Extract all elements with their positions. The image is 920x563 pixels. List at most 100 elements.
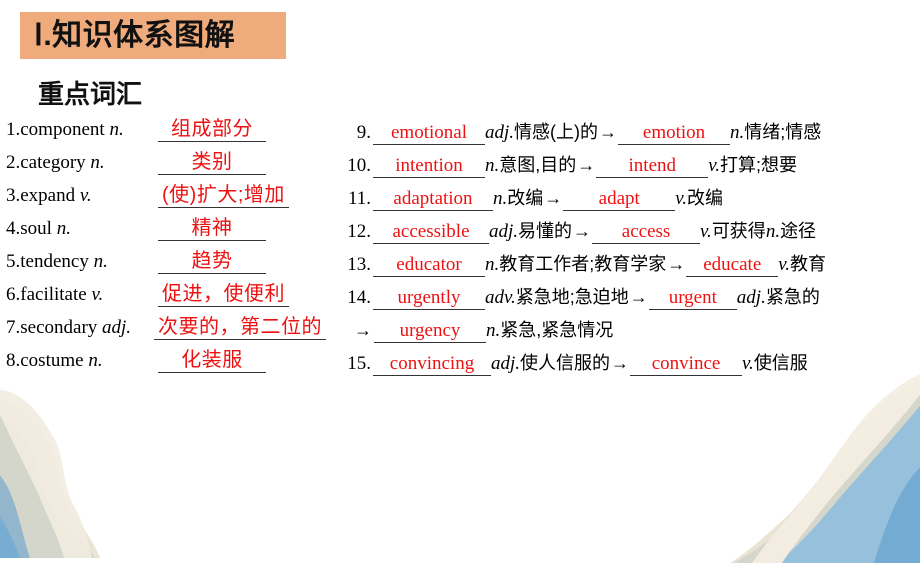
vocab-entry-label: 5.tendency n. (6, 251, 158, 273)
derivation-arrow-icon: → (629, 287, 648, 307)
vocab-gloss-derivative: 紧急的 (765, 287, 820, 307)
vocab-entry-label: 7.secondary adj. (6, 317, 154, 339)
vocab-word: secondary (20, 317, 98, 338)
vocab-word: costume (20, 350, 84, 371)
derivation-arrow-icon: → (611, 353, 630, 373)
vocab-row: 4.soul n. 精神 (6, 217, 351, 250)
vocab-row: 10. intention n. 意图,目的 → intend v. 打算;想要 (345, 151, 920, 184)
vocab-derivative-blank[interactable]: convince (630, 353, 743, 376)
vocab-row: 5.tendency n. 趋势 (6, 250, 351, 283)
vocab-gloss: 情感(上)的 (514, 122, 599, 142)
vocab-answer-blank[interactable]: urgency (374, 320, 486, 343)
vocab-number: 15. (347, 353, 371, 374)
vocab-answer-blank[interactable]: convincing (373, 353, 491, 376)
vocab-pos: adv. (485, 287, 516, 308)
vocab-pos-derivative: v. (742, 353, 754, 374)
vocab-word: category (20, 152, 86, 173)
vocab-derivative-blank[interactable]: adapt (563, 188, 676, 211)
vocab-entry-label: 6.facilitate v. (6, 284, 158, 306)
vocab-row: 8.costume n. 化装服 (6, 349, 351, 382)
vocab-answer-blank[interactable]: intention (373, 155, 485, 178)
vocab-derivative-blank[interactable]: access (592, 221, 701, 244)
vocab-pos: n. (56, 218, 71, 239)
derivation-arrow-icon: → (599, 122, 618, 142)
vocab-answer-blank[interactable]: educator (373, 254, 485, 277)
vocab-answer-blank[interactable]: 类别 (158, 151, 266, 175)
vocab-pos: v. (79, 185, 92, 206)
vocab-word: tendency (20, 251, 89, 272)
vocab-row: 2.category n. 类别 (6, 151, 351, 184)
vocab-row: 11. adaptation n. 改编 → adapt v. 改编 (345, 184, 920, 217)
vocab-answer-blank[interactable]: emotional (373, 122, 485, 145)
vocab-answer-blank[interactable]: 促进，使便利 (158, 283, 289, 307)
vocab-pos: adj. (489, 221, 519, 242)
vocab-row: 9. emotional adj. 情感(上)的 → emotion n. 情绪;情感 (345, 118, 920, 151)
derivation-arrow-icon: → (354, 320, 372, 340)
vocab-gloss-derivative: 打算;想要 (720, 155, 798, 175)
vocab-gloss: 紧急地;急迫地 (515, 287, 629, 307)
vocab-number: 11. (347, 188, 371, 209)
vocab-pos: n. (485, 155, 500, 176)
vocab-row: 7.secondary adj. 次要的，第二位的 (6, 316, 351, 349)
vocab-pos: n. (485, 254, 500, 275)
vocab-gloss: 使人信服的 (520, 353, 611, 373)
vocab-pos: n. (88, 350, 103, 371)
vocab-pos: n. (493, 188, 508, 209)
vocab-gloss: 意图,目的 (499, 155, 577, 175)
vocab-pos: adj. (491, 353, 521, 374)
vocab-derivative-blank[interactable]: intend (596, 155, 709, 178)
vocab-answer-blank[interactable]: 化装服 (158, 349, 266, 373)
vocab-gloss-derivative: 使信服 (753, 353, 808, 373)
vocab-pos: n. (109, 119, 124, 140)
vocab-pos-derivative: v. (675, 188, 688, 209)
vocab-answer-blank[interactable]: (使)扩大;增加 (158, 184, 289, 208)
vocab-gloss-derivative: 情绪;情感 (744, 122, 822, 142)
vocab-pos-derivative: v. (700, 221, 712, 242)
vocab-pos-derivative-2: n. (765, 221, 781, 242)
vocab-pos-derivative: n. (730, 122, 745, 143)
vocab-answer-blank[interactable]: 精神 (158, 217, 266, 241)
vocab-answer-blank[interactable]: 组成部分 (158, 118, 266, 142)
vocab-derivative-blank[interactable]: emotion (618, 122, 731, 145)
vocab-row: 3.expand v. (使)扩大;增加 (6, 184, 351, 217)
vocab-pos-derivative: v. (708, 155, 721, 176)
vocab-answer-blank[interactable]: urgently (373, 287, 485, 310)
section-subtitle: 重点词汇 (38, 79, 143, 109)
vocab-number: 3. (6, 185, 21, 206)
vocab-pos: v. (91, 284, 104, 305)
derivation-arrow-icon: → (544, 188, 563, 208)
vocab-number: 13. (347, 254, 371, 275)
vocab-pos: n. (486, 320, 501, 341)
vocab-entry-label: 3.expand v. (6, 185, 158, 207)
vocab-gloss: 紧急,紧急情况 (500, 320, 614, 340)
vocab-entry-label: 4.soul n. (6, 218, 158, 240)
vocab-row: 15. convincing adj. 使人信服的 → convince v. 使信服 (345, 349, 920, 382)
vocab-answer-blank[interactable]: adaptation (373, 188, 493, 211)
vocab-row: 1.component n. 组成部分 (6, 118, 351, 151)
vocab-row: 6.facilitate v. 促进，使便利 (6, 283, 351, 316)
vocab-number: 12. (347, 221, 371, 242)
vocab-answer-blank[interactable]: 次要的，第二位的 (154, 316, 326, 340)
vocab-entry-label: 1.component n. (6, 119, 158, 141)
right-vocabulary-column: 9. emotional adj. 情感(上)的 → emotion n. 情绪;情感… (345, 118, 920, 382)
vocab-gloss-derivative: 教育 (790, 254, 827, 274)
vocab-row: 12. accessible adj. 易懂的 → access v. 可获得 n. 途径 (345, 217, 920, 250)
vocab-number: 1. (6, 119, 21, 140)
vocab-gloss: 改编 (507, 188, 544, 208)
watercolor-decoration-bottom-right (730, 374, 920, 563)
vocab-number: 5. (6, 251, 21, 272)
vocab-row-continuation: → urgency n. 紧急,紧急情况 (345, 316, 920, 349)
vocab-number: 6. (6, 284, 21, 305)
vocab-entry-label: 2.category n. (6, 152, 158, 174)
vocab-answer-blank[interactable]: accessible (373, 221, 489, 244)
vocab-gloss-derivative: 可获得 (711, 221, 766, 241)
vocab-word: component (20, 119, 105, 140)
vocab-derivative-blank[interactable]: urgent (648, 287, 737, 310)
left-vocabulary-column: 1.component n. 组成部分 2.category n. 类别 3.e… (6, 118, 351, 382)
vocab-derivative-blank[interactable]: educate (686, 254, 779, 277)
vocab-word: facilitate (20, 284, 87, 305)
vocab-pos: adj. (102, 317, 132, 338)
vocab-number: 8. (6, 350, 21, 371)
vocab-answer-blank[interactable]: 趋势 (158, 250, 266, 274)
vocab-word: soul (20, 218, 52, 239)
